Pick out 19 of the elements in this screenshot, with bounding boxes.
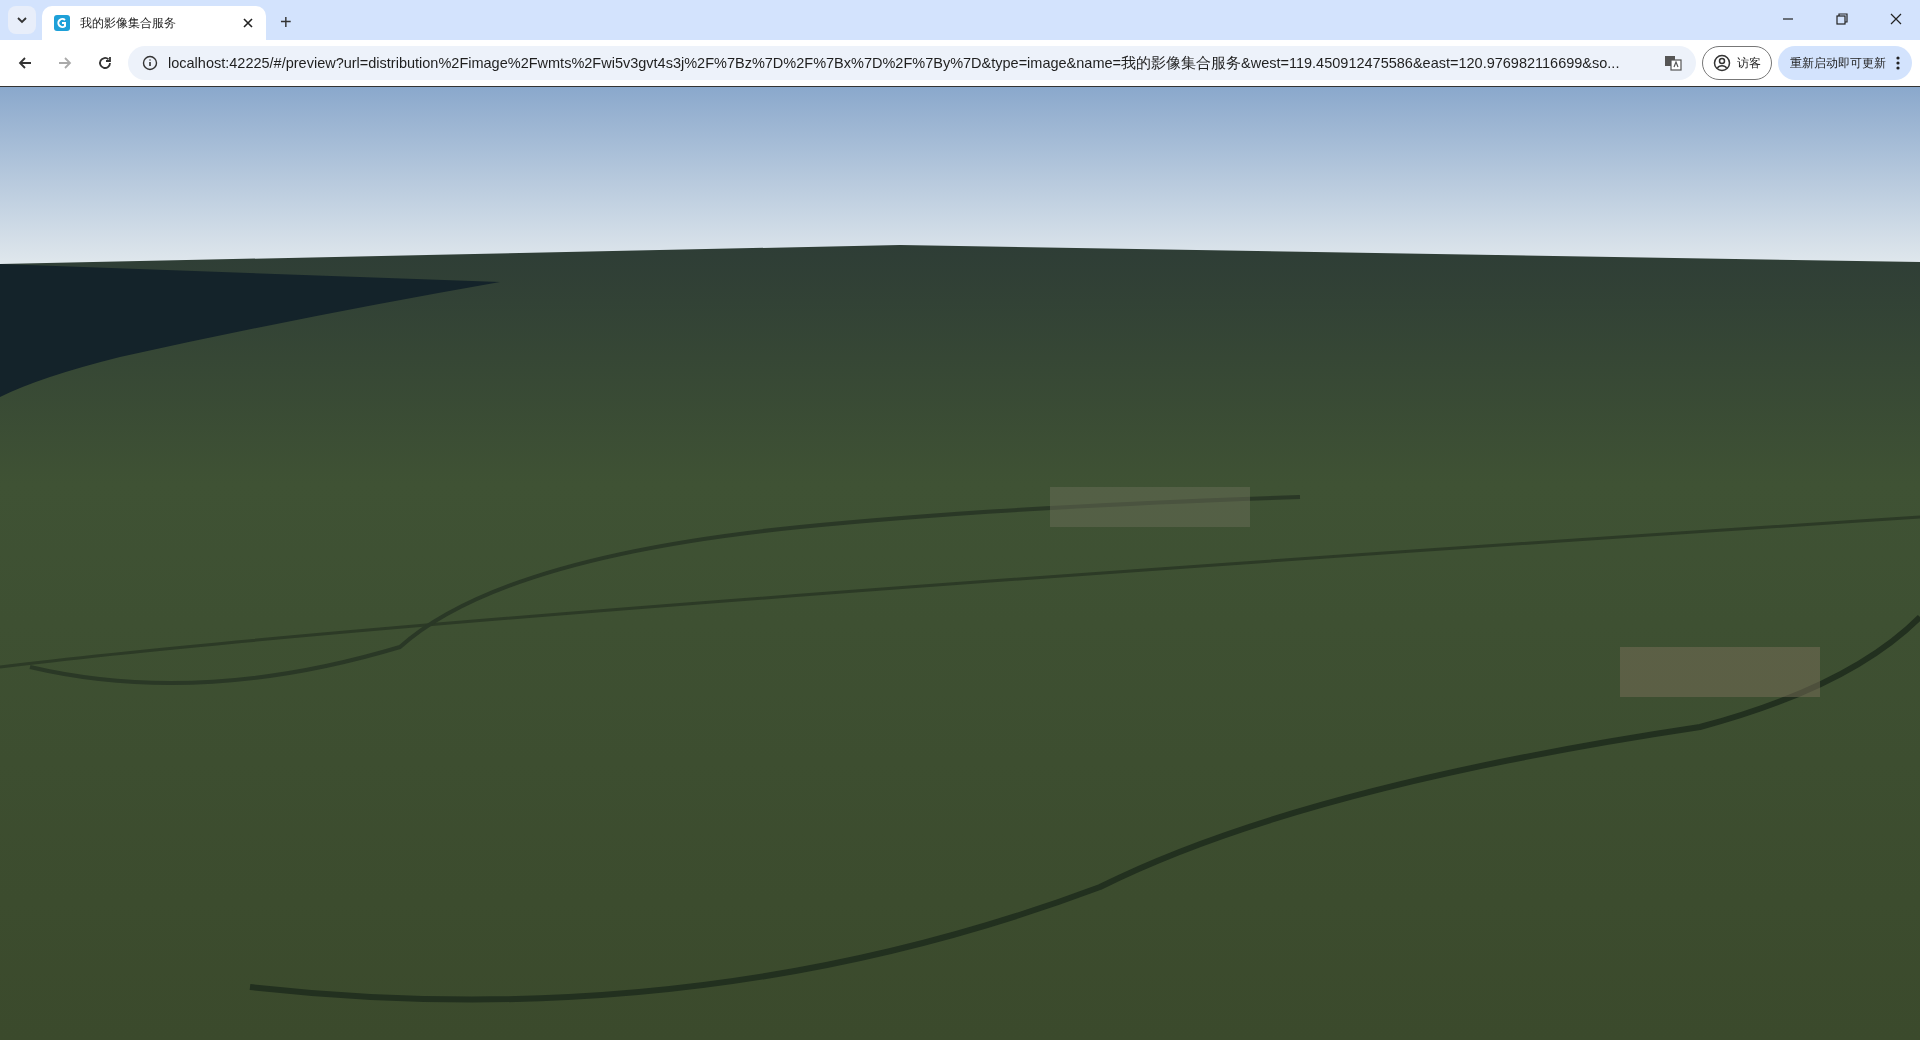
profile-button[interactable]: 访客: [1702, 46, 1772, 80]
close-icon[interactable]: [242, 17, 254, 29]
more-vertical-icon: [1896, 56, 1900, 70]
info-icon[interactable]: [142, 55, 158, 71]
url-text: localhost:42225/#/preview?url=distribution%2Fimage%2Fwmts%2Fwi5v3gvt4s3j%2F%7Bz%7D%2F%7Bx%7D%2F%7By%7D&type=image&name=我的影像集合服务&west=119.450912475586&east=120.976982116699&so...: [168, 53, 1621, 73]
reload-icon[interactable]: [97, 55, 113, 71]
update-button[interactable]: 重新启动即可更新: [1778, 46, 1912, 80]
person-icon: [1713, 54, 1731, 72]
address-bar[interactable]: localhost:42225/#/preview?url=distribution%2Fimage%2Fwmts%2Fwi5v3gvt4s3j%2F%7Bz%7D%2F%7Bx%7D%2F%7By%7D&type=image&name=我的影像集合服务&west=119.450912475586&east=120.976982116699&so...: [128, 46, 1696, 80]
browser-tab[interactable]: 我的影像集合服务: [42, 6, 266, 40]
app-favicon-icon: [54, 15, 70, 31]
chevron-down-icon: [16, 16, 28, 24]
tab-search-button[interactable]: [8, 6, 36, 34]
restore-icon[interactable]: [1835, 12, 1849, 26]
new-tab-button[interactable]: +: [272, 11, 300, 34]
translate-icon[interactable]: [1664, 54, 1682, 72]
tab-title: 我的影像集合服务: [80, 14, 177, 32]
close-icon[interactable]: [1889, 12, 1903, 26]
back-arrow-icon[interactable]: [17, 55, 33, 71]
